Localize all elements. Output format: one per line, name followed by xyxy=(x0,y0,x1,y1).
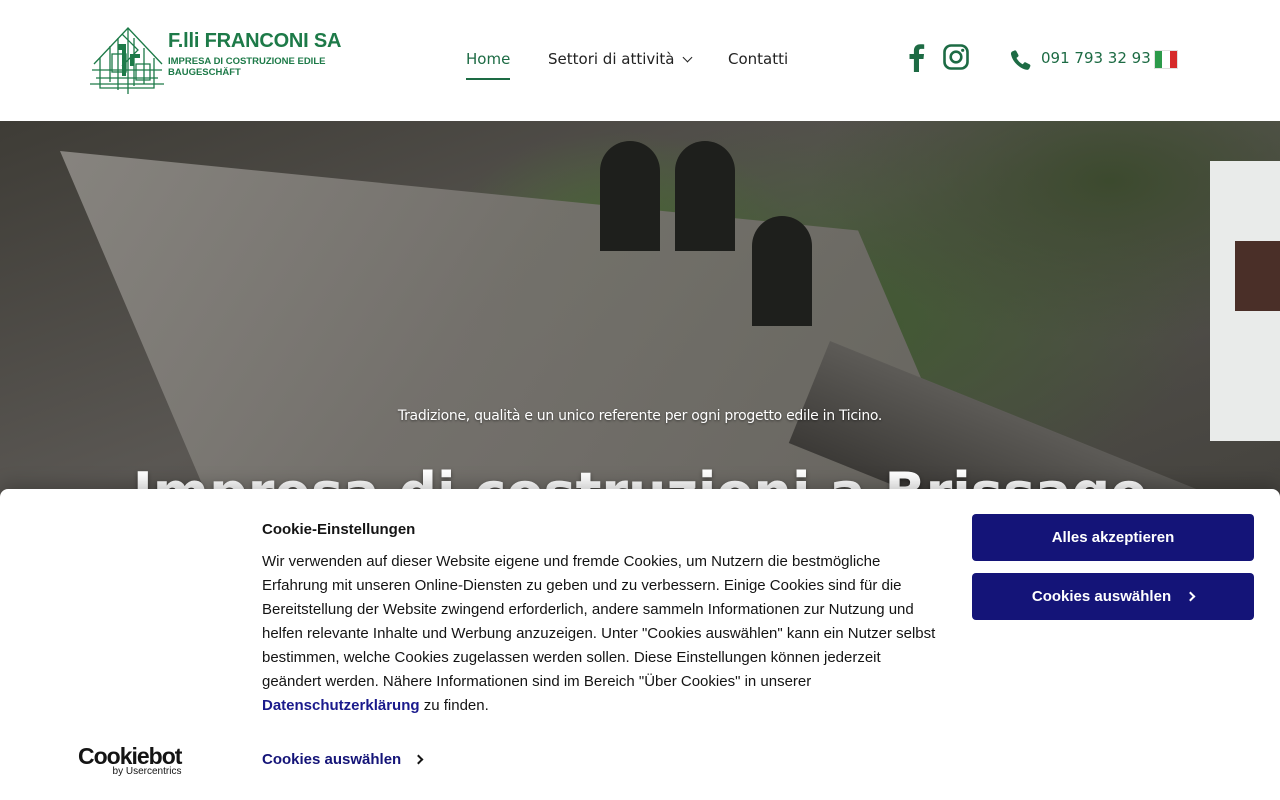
hero-background-window xyxy=(1235,241,1280,311)
company-logo[interactable]: F.lli FRANCONI SA IMPRESA DI COSTRUZIONE… xyxy=(88,24,358,96)
phone-number-link[interactable]: 091 793 32 93 xyxy=(1041,49,1151,67)
hero-background-arch xyxy=(752,216,812,326)
house-logo-icon xyxy=(90,27,164,94)
select-cookies-link[interactable]: Cookies auswählen xyxy=(262,751,424,768)
select-cookies-button[interactable]: Cookies auswählen xyxy=(972,573,1254,620)
facebook-icon[interactable] xyxy=(906,44,926,72)
nav-item-settori-di-attivita[interactable]: Settori di attività xyxy=(548,50,692,68)
cookie-banner-text: Wir verwenden auf dieser Website eigene … xyxy=(262,550,942,718)
cookiebot-logo[interactable]: Cookiebot by Usercentrics xyxy=(78,743,182,777)
hero-background-arch xyxy=(600,141,660,251)
cookie-consent-banner: Cookie-Einstellungen Wir verwenden auf d… xyxy=(0,489,1280,800)
logo-subtitle-german: BAUGESCHÄFT xyxy=(168,67,241,78)
accept-all-cookies-button[interactable]: Alles akzeptieren xyxy=(972,514,1254,561)
cookie-banner-title: Cookie-Einstellungen xyxy=(262,521,416,538)
hero-tagline: Tradizione, qualità e un unico referente… xyxy=(397,408,883,424)
phone-icon[interactable] xyxy=(1010,49,1032,71)
select-button-label: Cookies auswählen xyxy=(1031,588,1172,605)
accept-button-label: Alles akzeptieren xyxy=(1051,529,1175,546)
chevron-right-icon xyxy=(413,754,424,765)
nav-item-label: Settori di attività xyxy=(548,50,675,68)
hero-background-arch xyxy=(675,141,735,251)
nav-item-contatti[interactable]: Contatti xyxy=(728,50,788,68)
cookie-text-end: zu finden. xyxy=(423,697,489,714)
logo-subtitle-italian: IMPRESA DI COSTRUZIONE EDILE xyxy=(168,56,326,67)
chevron-down-icon xyxy=(682,52,692,63)
select-link-label: Cookies auswählen xyxy=(262,751,402,768)
nav-item-label: Home xyxy=(466,50,511,68)
cookiebot-by-usercentrics: by Usercentrics xyxy=(112,766,182,777)
nav-item-label: Contatti xyxy=(728,50,789,68)
logo-company-name: F.lli FRANCONI SA xyxy=(168,30,342,52)
chevron-right-icon xyxy=(1185,591,1196,602)
privacy-policy-link[interactable]: Datenschutzerklärung xyxy=(262,697,420,714)
instagram-icon[interactable] xyxy=(943,44,969,70)
italian-language-flag-icon[interactable] xyxy=(1154,50,1178,69)
nav-item-home[interactable]: Home xyxy=(466,50,511,80)
cookiebot-name: Cookiebot xyxy=(78,743,182,769)
cookie-text-body: Wir verwenden auf dieser Website eigene … xyxy=(262,553,936,690)
site-header: F.lli FRANCONI SA IMPRESA DI COSTRUZIONE… xyxy=(0,0,1280,121)
